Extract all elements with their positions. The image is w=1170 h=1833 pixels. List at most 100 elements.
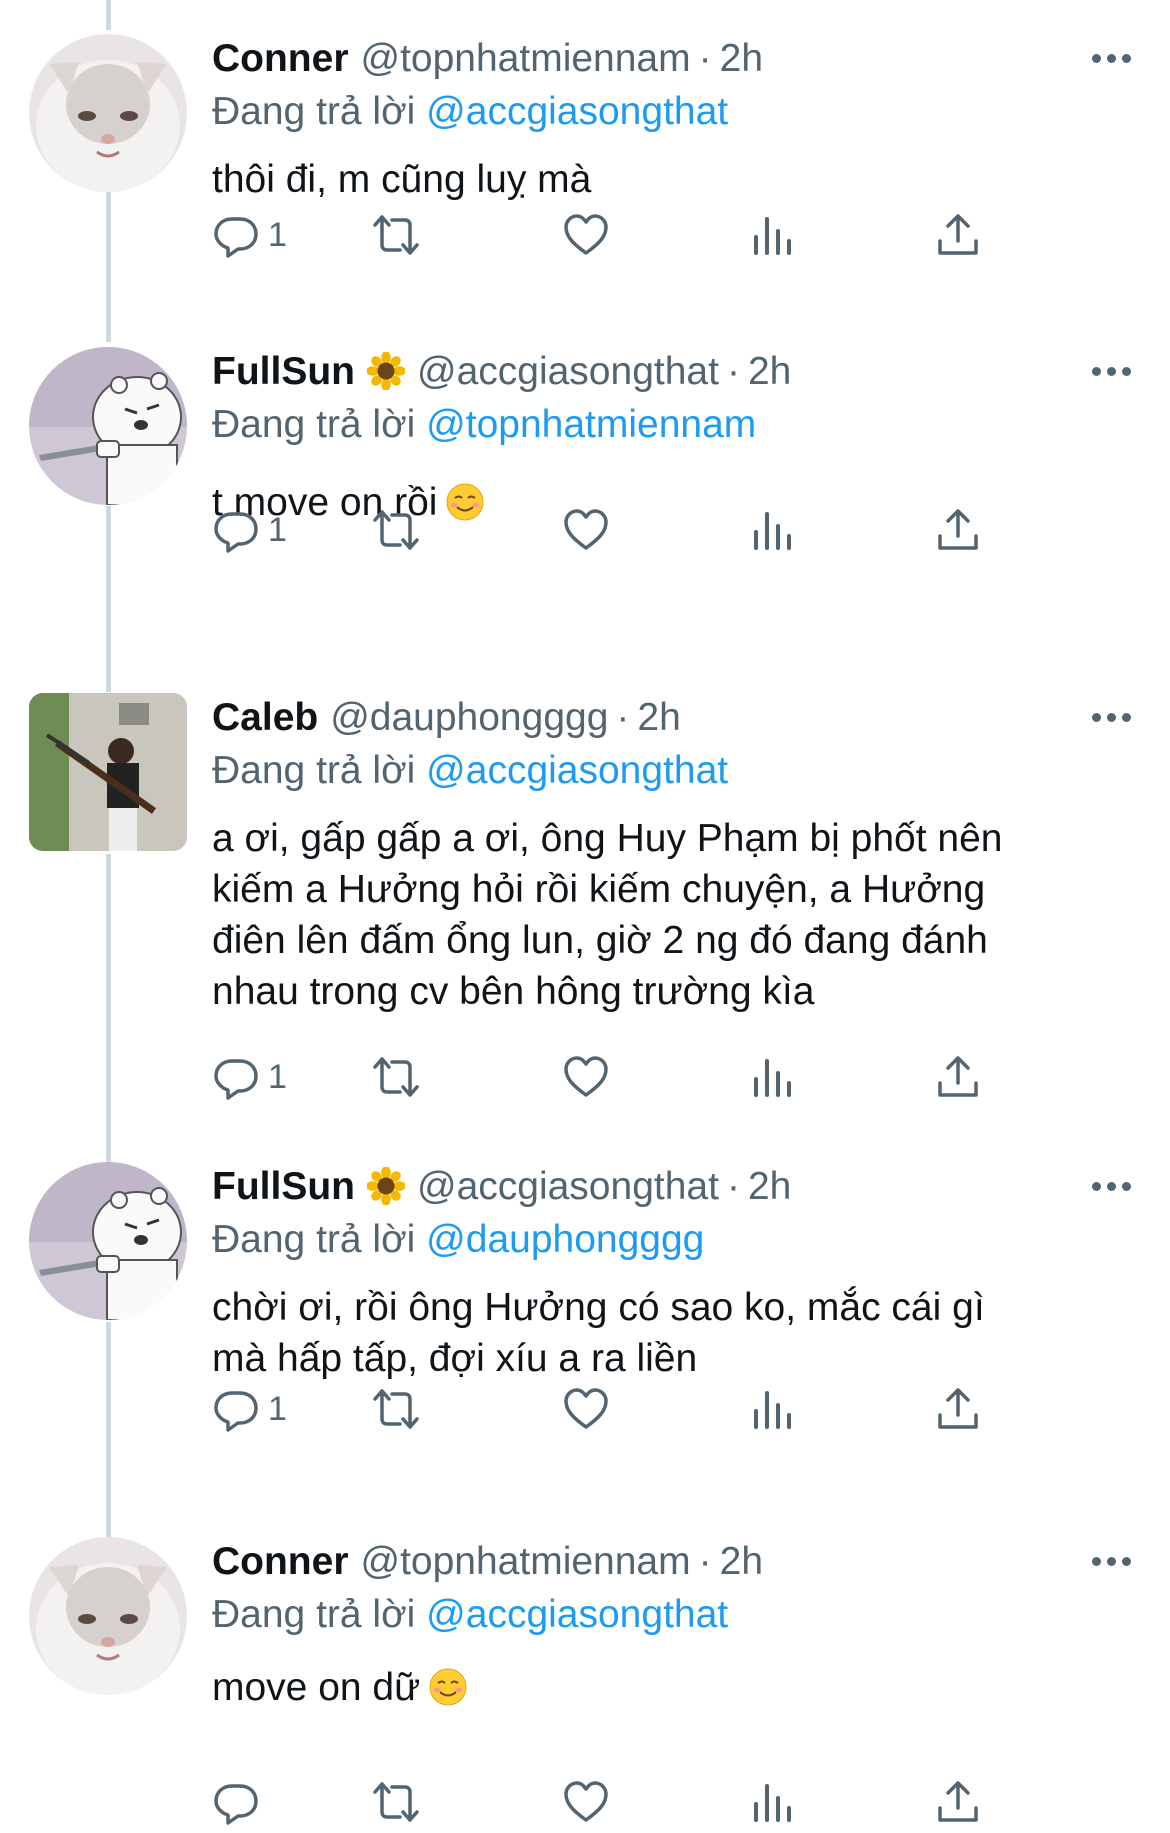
reply-button[interactable]: 1	[212, 1052, 287, 1102]
timestamp[interactable]: 2h	[748, 1165, 791, 1208]
replying-to-label: Đang trả lời	[212, 90, 416, 133]
reply-button[interactable]: 1	[212, 210, 287, 260]
reply-button[interactable]: 1	[212, 505, 287, 555]
reply-count: 1	[268, 1389, 287, 1428]
share-icon	[938, 1056, 978, 1097]
like-button[interactable]	[562, 1384, 610, 1434]
more-options-icon[interactable]	[1092, 54, 1132, 66]
tweet-text: a ơi, gấp gấp a ơi, ông Huy Phạm bị phốt…	[212, 813, 1140, 1017]
mention-link[interactable]: @dauphongggg	[426, 1218, 704, 1261]
reply-icon	[214, 512, 258, 553]
user-handle[interactable]: @topnhatmiennam	[361, 1540, 691, 1583]
retweet-icon	[373, 1389, 419, 1429]
views-button[interactable]	[748, 505, 796, 555]
display-name[interactable]: Conner	[212, 1540, 349, 1583]
avatar[interactable]	[29, 1537, 187, 1695]
replying-to-label: Đang trả lời	[212, 749, 416, 792]
share-button[interactable]	[934, 210, 982, 260]
views-button[interactable]	[748, 1384, 796, 1434]
timestamp[interactable]: 2h	[637, 696, 680, 739]
bear-with-knife-avatar-image	[29, 1162, 187, 1320]
reply-count: 1	[268, 215, 287, 254]
mention-link[interactable]: @accgiasongthat	[426, 749, 728, 792]
retweet-button[interactable]	[372, 1777, 420, 1827]
thread-line	[106, 192, 111, 342]
retweet-button[interactable]	[372, 210, 420, 260]
thread-line	[106, 506, 111, 692]
views-button[interactable]	[748, 1777, 796, 1827]
separator-dot: ·	[698, 1540, 712, 1583]
reply-count: 1	[268, 510, 287, 549]
display-name[interactable]: Conner	[212, 37, 349, 80]
tweet-actions: 1	[212, 1384, 1052, 1434]
reply-thread: Conner @topnhatmiennam · 2h Đang trả lời @a…	[0, 0, 1170, 1833]
separator-dot: ·	[726, 1165, 740, 1208]
replying-to-label: Đang trả lời	[212, 1218, 416, 1261]
boy-with-gun-photo-avatar-image	[29, 693, 187, 851]
avatar[interactable]	[29, 34, 187, 192]
heart-icon	[564, 214, 608, 255]
reply-icon	[214, 1784, 258, 1825]
tweet-text-line: mà hấp tấp, đợi xíu a ra liền	[212, 1337, 698, 1380]
share-icon	[938, 214, 978, 255]
reply-button[interactable]	[212, 1777, 268, 1827]
tweet-text: move on dữ	[212, 1662, 1140, 1713]
share-button[interactable]	[934, 505, 982, 555]
tweet-header: Conner @topnhatmiennam · 2h	[212, 34, 1140, 84]
reply-button[interactable]: 1	[212, 1384, 287, 1434]
separator-dot: ·	[616, 696, 630, 739]
display-name[interactable]: FullSun	[212, 350, 355, 393]
user-handle[interactable]: @topnhatmiennam	[361, 37, 691, 80]
replying-to: Đang trả lời @accgiasongthat	[212, 87, 1140, 137]
avatar[interactable]	[29, 693, 187, 851]
retweet-button[interactable]	[372, 505, 420, 555]
tweet-text-line: thôi đi, m cũng luỵ mà	[212, 158, 592, 201]
timestamp[interactable]: 2h	[748, 350, 791, 393]
retweet-button[interactable]	[372, 1052, 420, 1102]
share-button[interactable]	[934, 1052, 982, 1102]
replying-to: Đang trả lời @accgiasongthat	[212, 1590, 1140, 1640]
tweet-text-span: move on dữ	[212, 1666, 421, 1709]
like-button[interactable]	[562, 1777, 610, 1827]
display-name[interactable]: FullSun	[212, 1165, 355, 1208]
retweet-icon	[373, 510, 419, 550]
tweet-actions: 1	[212, 210, 1052, 260]
like-button[interactable]	[562, 1052, 610, 1102]
avatar[interactable]	[29, 1162, 187, 1320]
thread-line	[106, 1322, 111, 1538]
timestamp[interactable]: 2h	[720, 37, 763, 80]
share-button[interactable]	[934, 1777, 982, 1827]
tweet-actions	[212, 1777, 1052, 1827]
user-handle[interactable]: @accgiasongthat	[417, 350, 719, 393]
mention-link[interactable]: @accgiasongthat	[426, 90, 728, 133]
tweet-text: thôi đi, m cũng luỵ mà	[212, 154, 1140, 205]
mention-link[interactable]: @topnhatmiennam	[426, 403, 756, 446]
like-button[interactable]	[562, 210, 610, 260]
heart-icon	[564, 509, 608, 550]
views-button[interactable]	[748, 1052, 796, 1102]
tweet-header: FullSun @accgiasongthat · 2h	[212, 347, 1140, 397]
like-button[interactable]	[562, 505, 610, 555]
tweet-text-line: kiếm a Hưởng hỏi rồi kiếm chuyện, a Hưởn…	[212, 868, 986, 911]
share-icon	[938, 1388, 978, 1429]
user-handle[interactable]: @dauphongggg	[330, 696, 608, 739]
display-name[interactable]: Caleb	[212, 696, 318, 739]
views-button[interactable]	[748, 210, 796, 260]
timestamp[interactable]: 2h	[720, 1540, 763, 1583]
more-options-icon[interactable]	[1092, 1182, 1132, 1194]
white-cat-avatar-image	[29, 34, 187, 192]
avatar[interactable]	[29, 347, 187, 505]
replying-to: Đang trả lời @topnhatmiennam	[212, 400, 1140, 450]
bear-with-knife-avatar-image	[29, 347, 187, 505]
retweet-icon	[373, 215, 419, 255]
tweet-text: chời ơi, rồi ông Hưởng có sao ko, mắc cá…	[212, 1282, 1140, 1384]
user-handle[interactable]: @accgiasongthat	[417, 1165, 719, 1208]
separator-dot: ·	[698, 37, 712, 80]
sunflower-emoji-icon	[366, 1167, 405, 1205]
more-options-icon[interactable]	[1092, 1557, 1132, 1569]
more-options-icon[interactable]	[1092, 367, 1132, 379]
retweet-button[interactable]	[372, 1384, 420, 1434]
more-options-icon[interactable]	[1092, 713, 1132, 725]
mention-link[interactable]: @accgiasongthat	[426, 1593, 728, 1636]
share-button[interactable]	[934, 1384, 982, 1434]
